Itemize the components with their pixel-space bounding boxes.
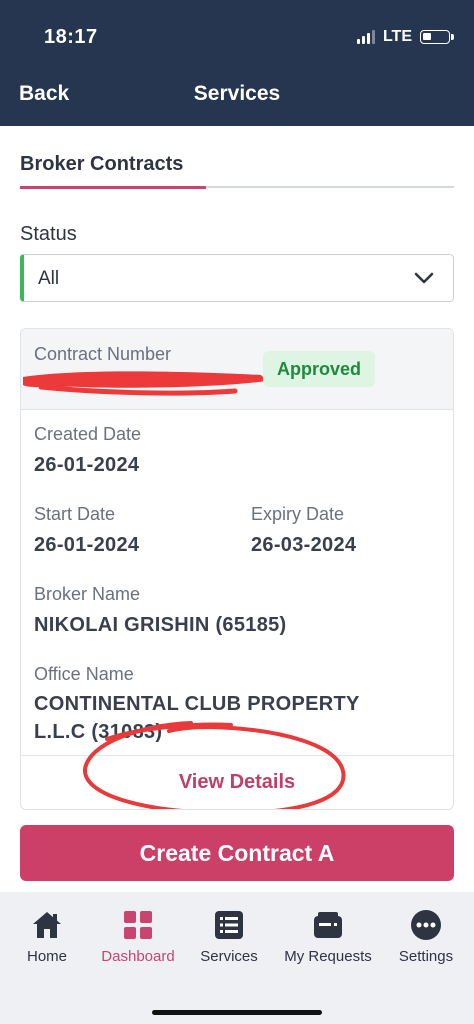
status-badge: Approved (263, 351, 376, 387)
office-name-label: Office Name (34, 664, 134, 684)
expiry-date-value: 26-03-2024 (251, 534, 357, 556)
created-date-label: Created Date (34, 424, 142, 444)
broker-name-value: NIKOLAI GRISHIN (65185) (34, 614, 287, 636)
page-title: Services (193, 82, 281, 105)
more-dots-icon (411, 910, 441, 940)
status-time: 18:17 (44, 26, 98, 48)
office-name-value-line1: CONTINENTAL CLUB PROPERTY (34, 693, 360, 715)
signal-icon (356, 30, 375, 44)
status-filter-label: Status (20, 223, 77, 245)
redaction-scribble (23, 371, 267, 396)
start-date-label: Start Date (34, 504, 116, 524)
top-header: 18:17 LTE Back Services (0, 0, 474, 126)
created-date-value: 26-01-2024 (34, 454, 140, 476)
nav-settings[interactable]: Settings (378, 908, 474, 965)
nav-services[interactable]: Services (181, 908, 277, 965)
broker-name-label: Broker Name (34, 584, 141, 604)
tab-active-indicator (20, 186, 206, 189)
red-circle-annotation (82, 721, 346, 809)
status-indicators: LTE (356, 28, 454, 46)
status-select[interactable]: All (20, 254, 454, 302)
nav-services-label: Services (200, 948, 258, 965)
tab-broker-contracts[interactable]: Broker Contracts (20, 153, 183, 176)
expiry-date-label: Expiry Date (251, 504, 345, 524)
chevron-down-icon (414, 272, 434, 284)
start-date-value: 26-01-2024 (34, 534, 140, 556)
contract-card: Contract Number Approved Created Date 26… (20, 328, 454, 810)
list-icon (215, 911, 243, 939)
nav-my-requests[interactable]: My Requests (280, 908, 376, 965)
nav-home-label: Home (26, 948, 67, 965)
nav-settings-label: Settings (398, 948, 454, 965)
home-indicator (152, 1010, 322, 1015)
create-contract-button[interactable]: Create Contract A (20, 825, 454, 881)
battery-icon (420, 30, 454, 44)
wallet-icon (314, 912, 342, 938)
nav-dashboard-label: Dashboard (101, 948, 175, 965)
nav-home[interactable]: Home (0, 908, 95, 965)
bottom-navigation: Home Dashboard Services My Requests Sett… (0, 892, 474, 1024)
contract-card-header: Contract Number Approved (21, 329, 453, 410)
nav-dashboard[interactable]: Dashboard (90, 908, 186, 965)
status-select-value: All (38, 268, 60, 289)
network-type: LTE (382, 28, 412, 45)
contract-number-label: Contract Number (34, 344, 172, 364)
dashboard-grid-icon (124, 911, 152, 939)
nav-my-requests-label: My Requests (284, 948, 372, 965)
home-icon (33, 912, 61, 938)
